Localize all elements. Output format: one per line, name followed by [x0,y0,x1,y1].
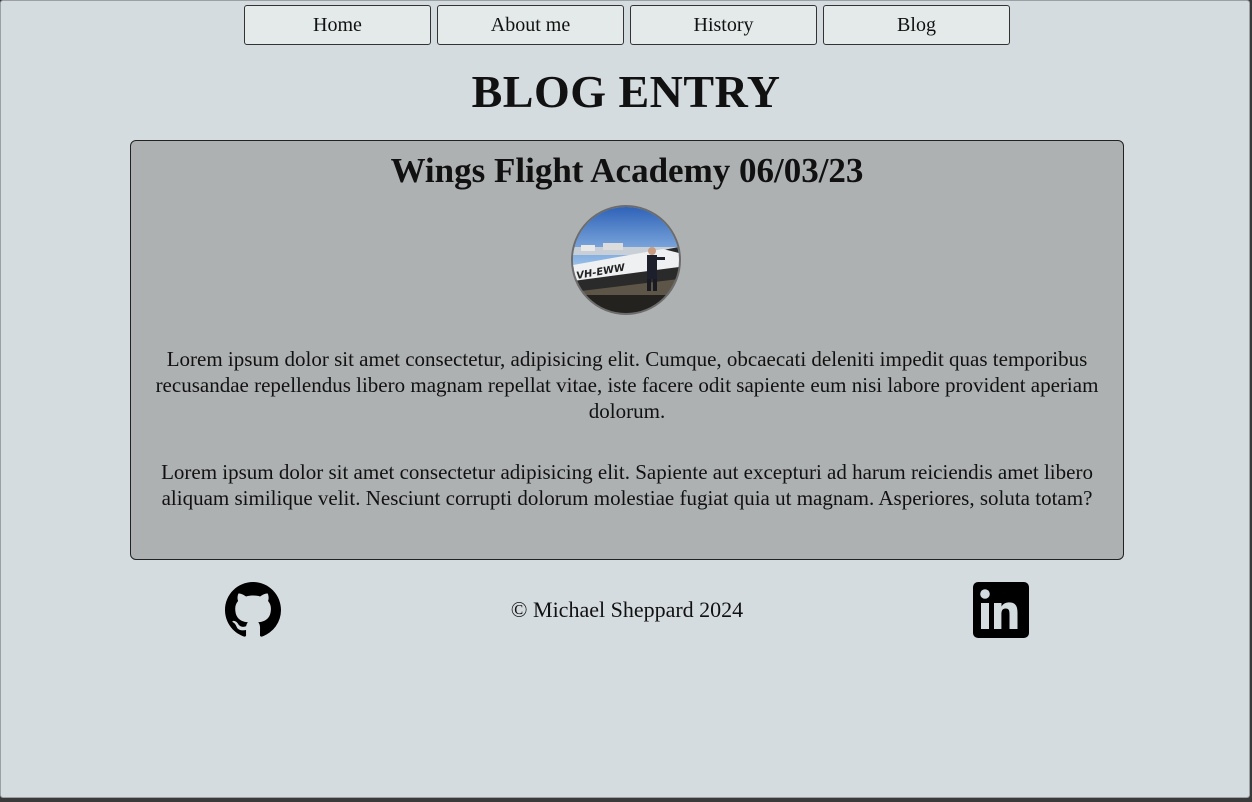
page-title: BLOG ENTRY [471,66,781,117]
entry-title: Wings Flight Academy 06/03/23 [390,151,864,190]
entry-paragraph: Lorem ipsum dolor sit amet consectetur a… [161,460,1093,510]
entry-photo: VH-EWW [571,205,681,315]
nav-home-button[interactable]: Home [244,5,431,45]
entry-paragraph: Lorem ipsum dolor sit amet consectetur, … [155,347,1099,423]
blog-entry-card: Wings Flight Academy 06/03/23 VH-EWW Lor… [130,140,1124,560]
nav-history-button[interactable]: History [630,5,817,45]
linkedin-icon[interactable] [973,582,1029,638]
top-nav: Home About me History Blog [244,5,1010,45]
nav-about-button[interactable]: About me [437,5,624,45]
browser-viewport: Home About me History Blog BLOG ENTRY Wi… [0,0,1250,798]
copyright-text: © Michael Sheppard 2024 [510,597,744,622]
nav-blog-button[interactable]: Blog [823,5,1010,45]
